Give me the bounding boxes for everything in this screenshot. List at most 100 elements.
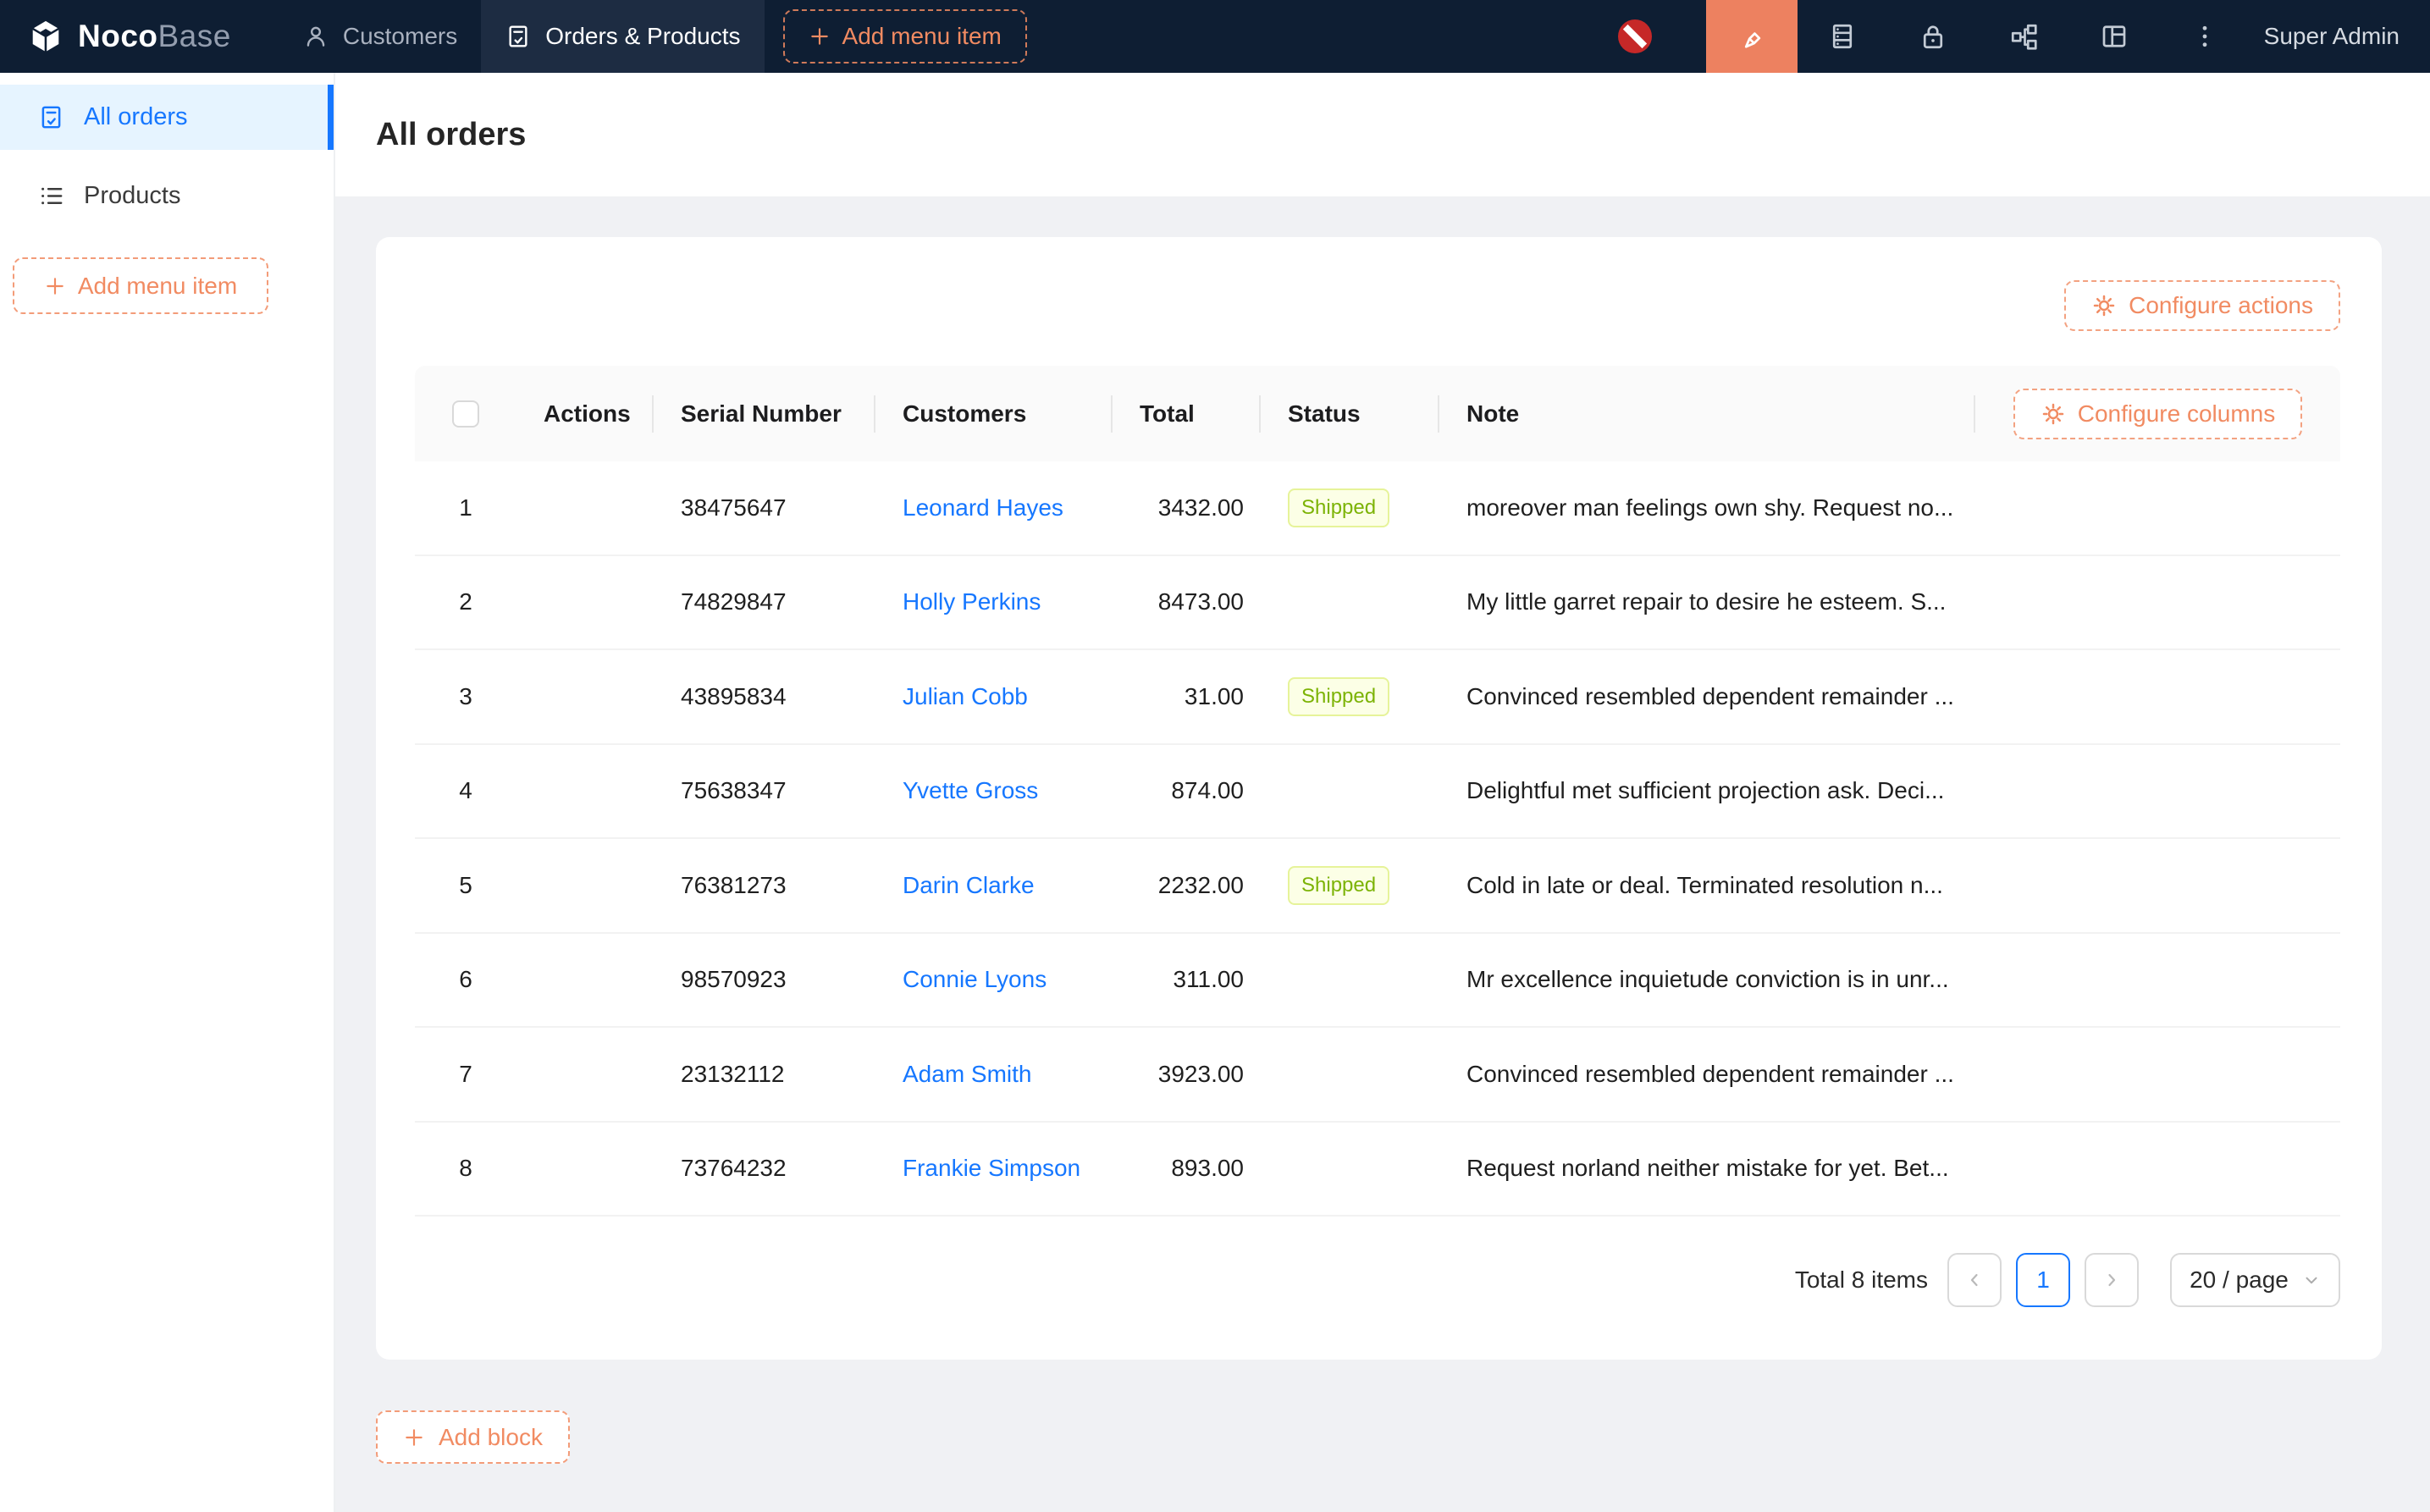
chevron-right-icon bbox=[2101, 1270, 2122, 1290]
table-row: 2 74829847 Holly Perkins 8473.00 My litt… bbox=[415, 556, 2340, 651]
logo-text: NocoBase bbox=[78, 19, 231, 54]
empty-cell bbox=[1975, 745, 2340, 838]
column-header-total: Total bbox=[1113, 366, 1261, 461]
actions-cell bbox=[516, 461, 654, 555]
tab-customers[interactable]: Customers bbox=[279, 0, 481, 73]
plus-icon bbox=[809, 25, 831, 47]
database-icon bbox=[1827, 21, 1858, 52]
workflow-button[interactable] bbox=[1979, 0, 2069, 73]
pagination-total: Total 8 items bbox=[1795, 1266, 1928, 1294]
top-menu: Customers Orders & Products Add menu ite… bbox=[279, 0, 1027, 73]
serial-cell: 76381273 bbox=[654, 839, 875, 932]
note-cell: Request norland neither mistake for yet.… bbox=[1439, 1123, 1975, 1216]
configure-columns-button[interactable]: Configure columns bbox=[2013, 389, 2302, 439]
table-toolbar: Configure actions bbox=[415, 280, 2340, 331]
customer-link[interactable]: Connie Lyons bbox=[903, 966, 1047, 993]
permissions-button[interactable] bbox=[1888, 0, 1979, 73]
column-header-serial-number: Serial Number bbox=[654, 366, 875, 461]
actions-cell bbox=[516, 1123, 654, 1216]
note-cell: Delightful met sufficient projection ask… bbox=[1439, 745, 1975, 838]
customer-link[interactable]: Darin Clarke bbox=[903, 872, 1035, 899]
navbar-add-menu-item-button[interactable]: Add menu item bbox=[783, 9, 1027, 63]
empty-cell bbox=[1975, 1028, 2340, 1121]
row-index: 3 bbox=[415, 650, 516, 743]
total-cell: 893.00 bbox=[1113, 1123, 1261, 1216]
ui-editor-toggle-button[interactable] bbox=[1706, 0, 1798, 73]
pagination-page-1[interactable]: 1 bbox=[2016, 1253, 2070, 1307]
highlighter-icon bbox=[1736, 20, 1768, 52]
row-index: 5 bbox=[415, 839, 516, 932]
actions-cell bbox=[516, 650, 654, 743]
customer-cell: Yvette Gross bbox=[875, 745, 1113, 838]
serial-cell: 43895834 bbox=[654, 650, 875, 743]
note-cell: Convinced resembled dependent remainder … bbox=[1439, 1028, 1975, 1121]
sidebar-item-label: Products bbox=[84, 182, 180, 210]
status-cell: Shipped bbox=[1261, 461, 1439, 555]
file-done-icon bbox=[37, 103, 65, 131]
collections-button[interactable] bbox=[1798, 0, 1888, 73]
lock-icon bbox=[1918, 21, 1948, 52]
total-cell: 8473.00 bbox=[1113, 556, 1261, 649]
note-cell: Cold in late or deal. Terminated resolut… bbox=[1439, 839, 1975, 932]
table-row: 4 75638347 Yvette Gross 874.00 Delightfu… bbox=[415, 745, 2340, 840]
sidebar-add-menu-item-button[interactable]: Add menu item bbox=[13, 257, 268, 314]
empty-cell bbox=[1975, 1123, 2340, 1216]
customer-cell: Connie Lyons bbox=[875, 934, 1113, 1027]
sidebar-item-all-orders[interactable]: All orders bbox=[0, 85, 334, 150]
pagination-next-button[interactable] bbox=[2085, 1253, 2139, 1307]
select-all-checkbox[interactable] bbox=[452, 400, 479, 428]
serial-cell: 74829847 bbox=[654, 556, 875, 649]
orders-table-block: Configure actions Actions Serial Number … bbox=[376, 237, 2382, 1360]
more-menu-button[interactable] bbox=[2160, 0, 2251, 73]
empty-cell bbox=[1975, 461, 2340, 555]
ellipsis-vertical-icon bbox=[2190, 21, 2220, 52]
status-cell bbox=[1261, 1123, 1439, 1216]
chevron-down-icon bbox=[2302, 1271, 2321, 1289]
status-cell: Shipped bbox=[1261, 839, 1439, 932]
navbar-right: Super Admin bbox=[1618, 0, 2430, 73]
customer-link[interactable]: Holly Perkins bbox=[903, 588, 1041, 615]
serial-cell: 38475647 bbox=[654, 461, 875, 555]
empty-cell bbox=[1975, 934, 2340, 1027]
customer-link[interactable]: Frankie Simpson bbox=[903, 1155, 1080, 1182]
file-done-icon bbox=[505, 23, 532, 50]
add-block-button[interactable]: Add block bbox=[376, 1410, 570, 1464]
customer-cell: Holly Perkins bbox=[875, 556, 1113, 649]
pagination-prev-button[interactable] bbox=[1947, 1253, 2002, 1307]
table-header-row: Actions Serial Number Customers Total St… bbox=[415, 366, 2340, 461]
customer-link[interactable]: Julian Cobb bbox=[903, 683, 1028, 710]
note-cell: moreover man feelings own shy. Request n… bbox=[1439, 461, 1975, 555]
user-menu[interactable]: Super Admin bbox=[2264, 23, 2400, 50]
status-badge: Shipped bbox=[1288, 866, 1389, 905]
actions-cell bbox=[516, 745, 654, 838]
partition-icon bbox=[2008, 21, 2039, 52]
chevron-left-icon bbox=[1964, 1270, 1985, 1290]
total-cell: 874.00 bbox=[1113, 745, 1261, 838]
column-header-status: Status bbox=[1261, 366, 1439, 461]
sidebar-item-products[interactable]: Products bbox=[0, 163, 334, 229]
status-badge: Shipped bbox=[1288, 488, 1389, 527]
table-row: 7 23132112 Adam Smith 3923.00 Convinced … bbox=[415, 1028, 2340, 1123]
customer-link[interactable]: Yvette Gross bbox=[903, 777, 1038, 804]
status-badge: Shipped bbox=[1288, 677, 1389, 716]
serial-cell: 98570923 bbox=[654, 934, 875, 1027]
configure-actions-button[interactable]: Configure actions bbox=[2064, 280, 2340, 331]
sidebar-item-label: All orders bbox=[84, 103, 188, 131]
row-index: 1 bbox=[415, 461, 516, 555]
serial-cell: 73764232 bbox=[654, 1123, 875, 1216]
note-cell: My little garret repair to desire he est… bbox=[1439, 556, 1975, 649]
actions-cell bbox=[516, 556, 654, 649]
page-size-select[interactable]: 20 / page bbox=[2170, 1253, 2340, 1307]
user-icon bbox=[302, 23, 329, 50]
column-header-note: Note bbox=[1439, 366, 1975, 461]
tab-orders-products[interactable]: Orders & Products bbox=[481, 0, 764, 73]
row-index: 8 bbox=[415, 1123, 516, 1216]
customer-link[interactable]: Adam Smith bbox=[903, 1061, 1032, 1088]
status-cell bbox=[1261, 934, 1439, 1027]
empty-cell bbox=[1975, 839, 2340, 932]
customer-link[interactable]: Leonard Hayes bbox=[903, 494, 1063, 521]
layout-button[interactable] bbox=[2069, 0, 2160, 73]
actions-cell bbox=[516, 839, 654, 932]
page-title: All orders bbox=[376, 117, 526, 153]
column-header-customers: Customers bbox=[875, 366, 1113, 461]
